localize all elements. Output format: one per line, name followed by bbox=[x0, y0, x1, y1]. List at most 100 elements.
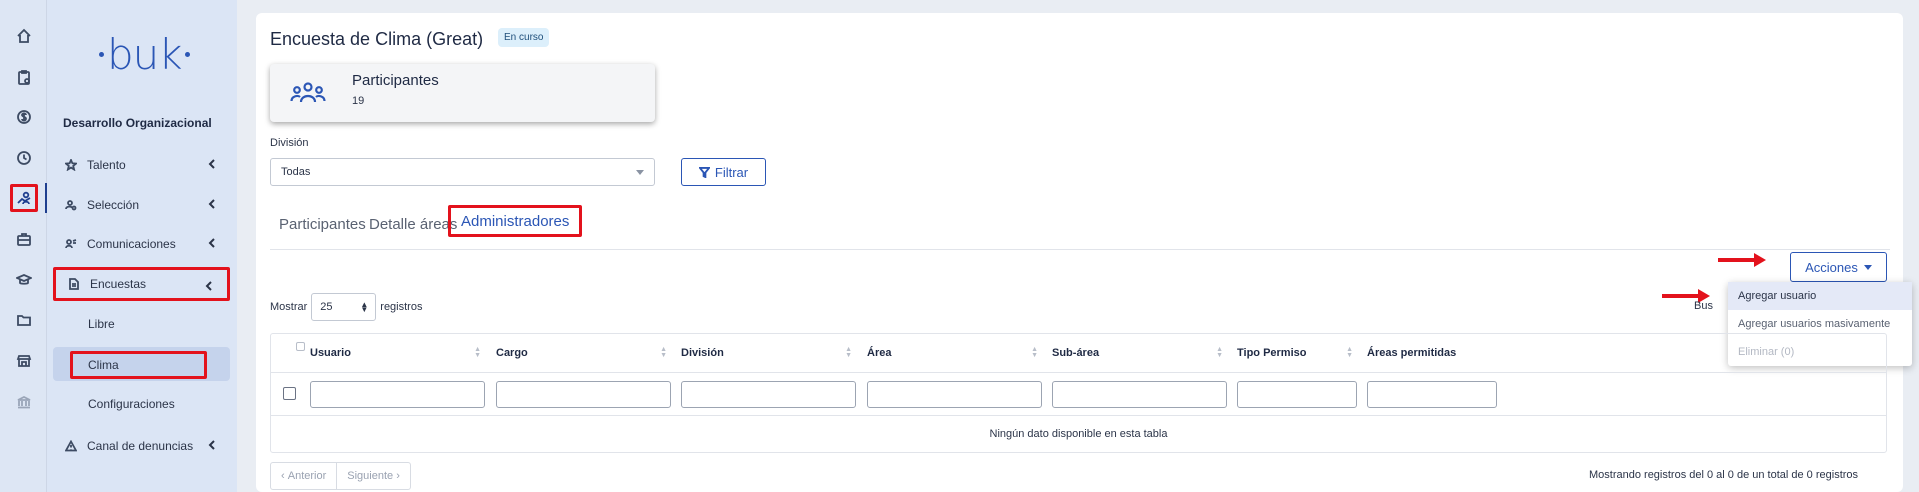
division-select[interactable]: Todas bbox=[270, 158, 655, 186]
sidebar-item-seleccion[interactable]: Selección bbox=[53, 188, 230, 222]
clock-icon[interactable] bbox=[10, 144, 38, 172]
graduation-cap-icon[interactable] bbox=[10, 266, 38, 294]
tab-participantes[interactable]: Participantes bbox=[279, 208, 366, 240]
sidebar-item-label: Comunicaciones bbox=[87, 237, 176, 251]
sidebar-menu: buk Desarrollo Organizacional Talento Se… bbox=[47, 0, 237, 492]
show-suffix: registros bbox=[380, 301, 423, 313]
sidebar-subitem-label: Configuraciones bbox=[88, 397, 175, 411]
select-all-checkbox[interactable] bbox=[296, 342, 305, 351]
column-header-label: División bbox=[681, 347, 724, 359]
participants-card-title: Participantes bbox=[352, 72, 439, 89]
page-title: Encuesta de Clima (Great) bbox=[270, 29, 484, 49]
menu-section-title: Desarrollo Organizacional bbox=[63, 116, 212, 130]
sidebar-item-label: Selección bbox=[87, 198, 140, 212]
sidebar-item-label: Encuestas bbox=[90, 277, 147, 291]
sidebar-item-encuestas[interactable]: Encuestas bbox=[53, 267, 230, 301]
division-label: División bbox=[270, 137, 309, 149]
sidebar-item-talento[interactable]: Talento bbox=[53, 148, 230, 182]
status-badge: En curso bbox=[498, 28, 550, 47]
administrators-table: Usuario ▲ ▼ Cargo ▲ ▼ División ▲ ▼ Área ▲ ▼ Sub-… bbox=[270, 333, 1887, 453]
column-header-area[interactable]: Área ▲ ▼ bbox=[867, 334, 1042, 372]
filter-input-usuario[interactable] bbox=[310, 381, 485, 408]
menu-item-agregar-usuario[interactable]: Agregar usuario bbox=[1728, 282, 1912, 310]
column-header-cargo[interactable]: Cargo ▲ ▼ bbox=[496, 334, 671, 372]
filter-button-label: Filtrar bbox=[714, 164, 749, 180]
filter-input-sub-area[interactable] bbox=[1052, 381, 1227, 408]
home-icon[interactable] bbox=[10, 22, 38, 50]
sidebar-subitem-label: Libre bbox=[88, 317, 115, 331]
briefcase-icon[interactable] bbox=[10, 225, 38, 253]
filter-icon bbox=[698, 166, 710, 178]
people-icon[interactable] bbox=[10, 184, 38, 212]
pagination-next[interactable]: Siguiente › bbox=[336, 463, 410, 489]
empty-table-message: Ningún dato disponible en esta tabla bbox=[989, 428, 1168, 440]
store-icon[interactable] bbox=[10, 347, 38, 375]
participants-count: 19 bbox=[352, 95, 365, 107]
sidebar-item-label: Canal de denuncias bbox=[87, 439, 194, 453]
actions-button-label: Acciones bbox=[1805, 259, 1858, 275]
updown-icon: ▲ ▼ bbox=[360, 300, 369, 314]
column-header-label: Cargo bbox=[496, 347, 528, 359]
sidebar-item-canal-denuncias[interactable]: Canal de denuncias bbox=[53, 429, 230, 463]
filter-input-cargo[interactable] bbox=[496, 381, 671, 408]
row-checkbox[interactable] bbox=[283, 387, 296, 400]
sort-icon: ▲ ▼ bbox=[474, 346, 481, 359]
filter-input-areas-permitidas[interactable] bbox=[1367, 381, 1497, 408]
column-header-label: Área bbox=[867, 347, 892, 359]
column-header-usuario[interactable]: Usuario ▲ ▼ bbox=[310, 334, 485, 372]
show-prefix: Mostrar bbox=[270, 301, 308, 313]
tab-administradores[interactable]: Administradores bbox=[448, 205, 583, 237]
clipboard-icon[interactable] bbox=[10, 63, 38, 91]
column-header-tipo-permiso[interactable]: Tipo Permiso ▲ ▼ bbox=[1237, 334, 1357, 372]
caret-down-icon bbox=[636, 170, 644, 175]
document-icon bbox=[66, 276, 82, 292]
megaphone-icon bbox=[63, 236, 79, 252]
folder-icon[interactable] bbox=[10, 306, 38, 334]
column-header-division[interactable]: División ▲ ▼ bbox=[681, 334, 856, 372]
chevron-left-icon bbox=[206, 198, 218, 210]
sort-icon: ▲ ▼ bbox=[1346, 346, 1353, 359]
sort-icon: ▲ ▼ bbox=[845, 346, 852, 359]
pagination-previous-label: Anterior bbox=[287, 470, 327, 482]
pagination-previous[interactable]: ‹ Anterior bbox=[271, 463, 336, 489]
chevron-left-icon bbox=[206, 237, 218, 249]
column-header-label: Tipo Permiso bbox=[1237, 347, 1307, 359]
search-label: Bus bbox=[1694, 300, 1713, 312]
buk-logo: buk bbox=[99, 30, 190, 79]
column-header-sub-area[interactable]: Sub-área ▲ ▼ bbox=[1052, 334, 1227, 372]
filter-button[interactable]: Filtrar bbox=[681, 158, 766, 186]
sidebar-subitem-label: Clima bbox=[70, 351, 207, 379]
page-length-control: Mostrar 25 ▲ ▼ registros bbox=[270, 293, 422, 321]
filter-input-area[interactable] bbox=[867, 381, 1042, 408]
sidebar-subitem-configuraciones[interactable]: Configuraciones bbox=[53, 387, 230, 421]
pagination: ‹ Anterior Siguiente › bbox=[270, 462, 411, 490]
dollar-icon[interactable] bbox=[10, 103, 38, 131]
column-header-label: Usuario bbox=[310, 347, 351, 359]
sidebar-subitem-libre[interactable]: Libre bbox=[53, 307, 230, 341]
column-header-label: Áreas permitidas bbox=[1367, 347, 1457, 359]
sort-icon: ▲ ▼ bbox=[660, 346, 667, 359]
filter-input-division[interactable] bbox=[681, 381, 856, 408]
chevron-left-icon bbox=[206, 439, 218, 451]
sidebar-subitem-clima[interactable]: Clima bbox=[53, 347, 230, 381]
filter-input-tipo-permiso[interactable] bbox=[1237, 381, 1357, 408]
column-header-areas-permitidas[interactable]: Áreas permitidas bbox=[1367, 334, 1507, 372]
bank-icon bbox=[10, 388, 38, 416]
actions-dropdown-button[interactable]: Acciones bbox=[1790, 252, 1887, 282]
sort-icon: ▲ ▼ bbox=[1216, 346, 1223, 359]
tab-detalle-areas[interactable]: Detalle áreas bbox=[369, 208, 457, 240]
page-length-value: 25 bbox=[320, 301, 333, 313]
sidebar-item-label: Talento bbox=[87, 158, 126, 172]
tab-bar: Participantes Detalle áreas Administrado… bbox=[270, 205, 1890, 250]
main-content: Encuesta de Clima (Great) En curso Parti… bbox=[256, 13, 1912, 492]
warning-icon bbox=[63, 438, 79, 454]
pagination-next-label: Siguiente bbox=[347, 470, 394, 482]
star-icon bbox=[63, 157, 79, 173]
page-length-select[interactable]: 25 ▲ ▼ bbox=[311, 293, 377, 321]
annotation-arrow bbox=[1662, 289, 1710, 303]
table-divider bbox=[271, 372, 1886, 373]
participants-card: Participantes 19 bbox=[270, 64, 655, 122]
annotation-arrow bbox=[1718, 253, 1766, 267]
sidebar-item-comunicaciones[interactable]: Comunicaciones bbox=[53, 227, 230, 261]
caret-down-icon bbox=[1863, 264, 1872, 270]
